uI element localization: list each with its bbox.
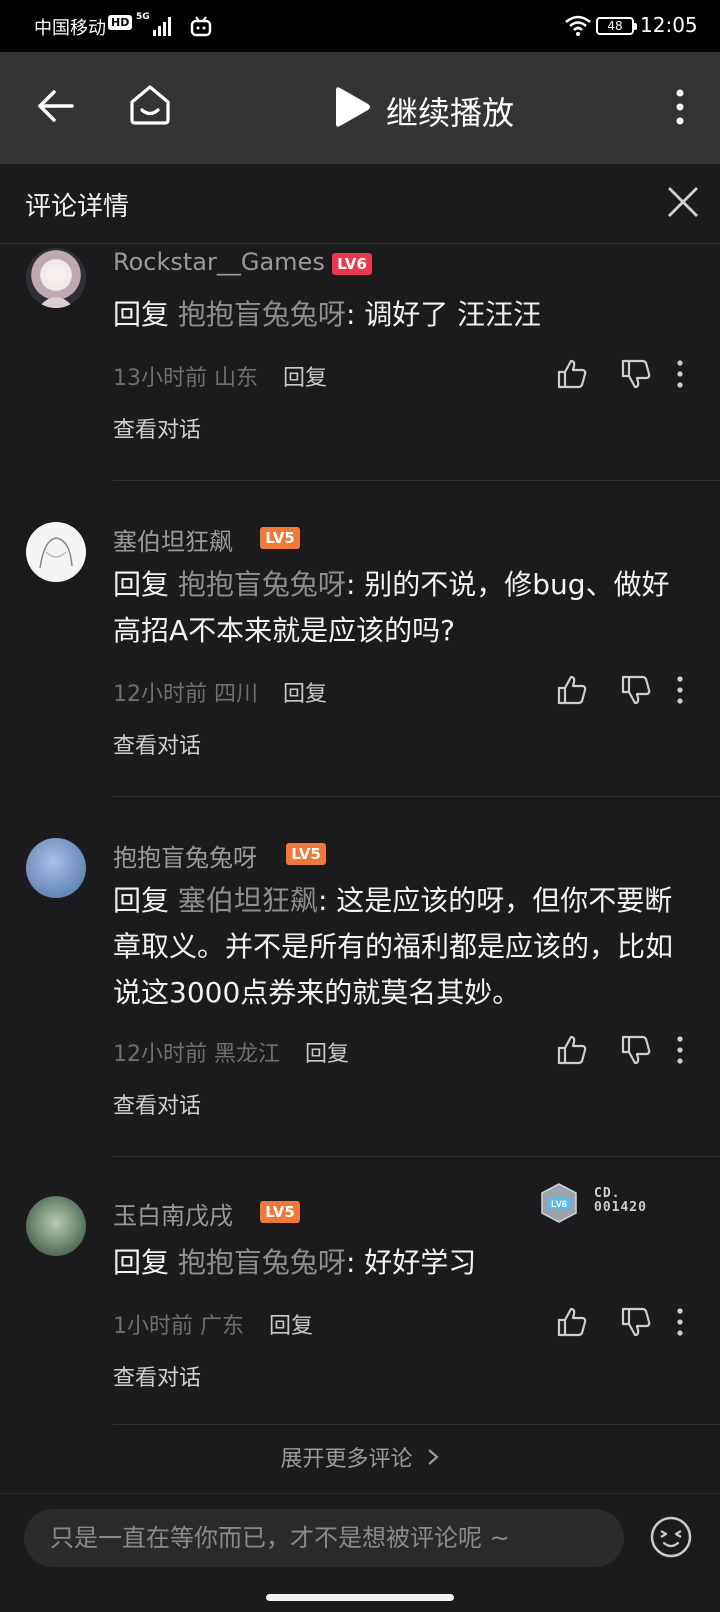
clock: 12:05 <box>640 13 698 37</box>
view-conversation-link[interactable]: 查看对话 <box>113 728 201 760</box>
back-icon[interactable] <box>36 86 76 126</box>
fan-badge-icon: LV6 <box>541 1183 577 1223</box>
comment-location: 广东 <box>200 1314 245 1339</box>
top-bar: 继续播放 <box>0 52 720 164</box>
comment-text: 回复 塞伯坦狂飙: 这是应该的呀，但你不要断章取义。并不是所有的福利都是应该的，… <box>113 878 683 1016</box>
more-vertical-icon[interactable] <box>668 88 692 128</box>
comment-text: 回复 抱抱盲兔兔呀: 别的不说，修bug、做好高招A不本来就是应该的吗? <box>113 562 683 654</box>
reply-keyword: 回复 <box>113 1246 170 1279</box>
mention-link[interactable]: 抱抱盲兔兔呀 <box>178 568 346 601</box>
bilibili-tv-icon <box>190 16 212 37</box>
panel-title: 评论详情 <box>25 192 130 222</box>
divider <box>113 1424 720 1425</box>
reply-button[interactable]: 回复 <box>283 366 327 391</box>
avatar[interactable] <box>26 1196 86 1256</box>
dislike-icon[interactable] <box>620 674 652 706</box>
home-indicator[interactable] <box>266 1594 454 1601</box>
continue-play-title[interactable]: 继续播放 <box>386 88 514 134</box>
comment-time: 13小时前 <box>113 366 207 391</box>
more-options-icon[interactable] <box>674 1306 686 1338</box>
view-conversation-link[interactable]: 查看对话 <box>113 1088 201 1120</box>
dislike-icon[interactable] <box>620 358 652 390</box>
comment-text: 回复 抱抱盲兔兔呀: 好好学习 <box>113 1240 683 1286</box>
comment-meta: 1小时前 广东 回复 <box>113 1308 313 1340</box>
username[interactable]: Rockstar__Games <box>113 248 325 276</box>
comment-body: : 好好学习 <box>345 1246 477 1279</box>
username[interactable]: 抱抱盲兔兔呀 <box>113 838 257 873</box>
like-icon[interactable] <box>556 358 588 390</box>
avatar[interactable] <box>26 248 86 308</box>
comment-location: 黑龙江 <box>214 1042 281 1067</box>
play-icon[interactable] <box>332 86 372 128</box>
expand-more-label: 展开更多评论 <box>280 1447 413 1472</box>
signal-icon <box>153 17 171 36</box>
expand-more-comments[interactable]: 展开更多评论 <box>0 1441 720 1473</box>
comment-body: : 调好了 汪汪汪 <box>345 298 542 331</box>
comment-time: 12小时前 <box>113 682 207 707</box>
level-badge: LV6 <box>332 253 372 275</box>
comment-time: 1小时前 <box>113 1314 193 1339</box>
comment-detail-header: 评论详情 <box>0 164 720 244</box>
reply-keyword: 回复 <box>113 298 170 331</box>
battery-level: 48 <box>607 19 623 33</box>
hd-badge: HD <box>108 15 133 30</box>
divider <box>113 480 720 481</box>
comment-time: 12小时前 <box>113 1042 207 1067</box>
comment-location: 四川 <box>214 682 259 707</box>
comment-meta: 13小时前 山东 回复 <box>113 360 327 392</box>
like-icon[interactable] <box>556 674 588 706</box>
avatar[interactable] <box>26 838 86 898</box>
carrier-name: 中国移动 <box>34 18 106 39</box>
comment-meta: 12小时前 黑龙江 回复 <box>113 1036 349 1068</box>
dislike-icon[interactable] <box>620 1306 652 1338</box>
fan-badge-level: LV6 <box>551 1199 567 1209</box>
like-icon[interactable] <box>556 1306 588 1338</box>
mention-link[interactable]: 抱抱盲兔兔呀 <box>178 298 346 331</box>
comment-text: 回复 抱抱盲兔兔呀: 调好了 汪汪汪 <box>113 292 683 338</box>
view-conversation-link[interactable]: 查看对话 <box>113 412 201 444</box>
reply-button[interactable]: 回复 <box>283 682 327 707</box>
chevron-right-icon <box>426 1447 440 1472</box>
level-badge: LV5 <box>286 843 326 865</box>
close-icon[interactable] <box>665 184 701 220</box>
mention-link[interactable]: 抱抱盲兔兔呀 <box>178 1246 346 1279</box>
username[interactable]: 塞伯坦狂飙 <box>113 522 233 557</box>
fan-badge-code: CD. 001420 <box>594 1187 647 1215</box>
status-bar: 中国移动 HD 5G 48 12:05 <box>0 0 720 52</box>
divider <box>113 1156 720 1157</box>
reply-button[interactable]: 回复 <box>269 1314 313 1339</box>
comment-meta: 12小时前 四川 回复 <box>113 676 327 708</box>
like-icon[interactable] <box>556 1034 588 1066</box>
wifi-icon <box>565 15 591 36</box>
more-options-icon[interactable] <box>674 1034 686 1066</box>
level-badge: LV5 <box>260 527 300 549</box>
mention-link[interactable]: 塞伯坦狂飙 <box>178 884 318 917</box>
dislike-icon[interactable] <box>620 1034 652 1066</box>
reply-keyword: 回复 <box>113 568 170 601</box>
battery-icon: 48 <box>596 17 637 35</box>
more-options-icon[interactable] <box>674 358 686 390</box>
badge-code-line2: 001420 <box>594 1200 647 1215</box>
emoji-icon[interactable] <box>650 1516 692 1558</box>
reply-keyword: 回复 <box>113 884 170 917</box>
more-options-icon[interactable] <box>674 674 686 706</box>
reply-button[interactable]: 回复 <box>305 1042 349 1067</box>
home-icon[interactable] <box>128 82 172 126</box>
level-badge: LV5 <box>260 1201 300 1223</box>
comment-location: 山东 <box>214 366 259 391</box>
username[interactable]: 玉白南戊戌 <box>113 1196 233 1231</box>
comment-input[interactable] <box>50 1509 610 1567</box>
comment-input-box[interactable] <box>24 1509 624 1567</box>
avatar[interactable] <box>26 522 86 582</box>
divider <box>113 796 720 797</box>
badge-code-line1: CD. <box>594 1186 621 1201</box>
network-type: 5G <box>136 12 150 22</box>
view-conversation-link[interactable]: 查看对话 <box>113 1360 201 1392</box>
